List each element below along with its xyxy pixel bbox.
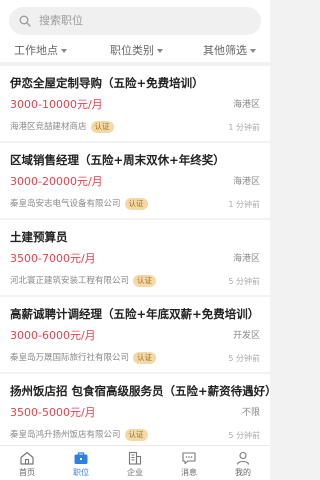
tab-messages-label: 消息 (181, 468, 197, 477)
company-row: 海港区竞喆建材商店 认证 (10, 121, 114, 133)
filter-bar: 工作地点 职位类别 其他筛选 (0, 43, 270, 60)
filter-location-label: 工作地点 (14, 44, 58, 57)
tab-profile[interactable]: 我的 (216, 450, 270, 478)
search-placeholder: 搜索职位 (39, 14, 83, 27)
job-title: 伊恋全屋定制导购（五险+免费培训） (10, 76, 204, 90)
caret-down-icon (157, 48, 163, 53)
verified-badge: 认证 (124, 198, 148, 210)
company-row: 河北寰正建筑安装工程有限公司 认证 (10, 275, 157, 287)
job-district: 海港区 (232, 254, 260, 264)
post-time: 1 分钟前 (228, 123, 260, 132)
tab-companies[interactable]: 企业 (108, 450, 162, 478)
company-row: 秦皇岛鸿升扬州饭店有限公司 认证 (10, 429, 148, 441)
bottom-tab-bar: 首页 职位 企业 消息 我的 (0, 445, 270, 480)
job-title: 扬州饭店招 包食宿高级服务员（五险+薪资待遇好） (10, 384, 277, 398)
company-name: 河北寰正建筑安装工程有限公司 (10, 276, 130, 286)
job-district: 海港区 (232, 100, 260, 110)
building-icon (128, 451, 142, 465)
job-card[interactable]: 伊恋全屋定制导购（五险+免费培训） 3000-10000元/月 海港区 海港区竞… (0, 66, 270, 141)
verified-badge: 认证 (90, 121, 114, 133)
job-card[interactable]: 土建预算员 3500-7000元/月 海港区 河北寰正建筑安装工程有限公司 认证… (0, 220, 270, 295)
company-row: 秦皇岛安志电气设备有限公司 认证 (10, 198, 148, 210)
job-district: 海港区 (232, 177, 260, 187)
caret-down-icon (250, 48, 256, 53)
verified-badge: 认证 (133, 275, 157, 287)
job-salary: 3000-6000元/月 (10, 329, 96, 342)
job-district: 开发区 (232, 331, 260, 341)
briefcase-icon (74, 452, 88, 464)
filter-category[interactable]: 职位类别 (110, 43, 163, 58)
job-card[interactable]: 扬州饭店招 包食宿高级服务员（五险+薪资待遇好） 3500-5000元/月 不限… (0, 374, 277, 449)
company-row: 秦皇岛万晟国际旅行社有限公司 认证 (10, 352, 157, 364)
post-time: 5 分钟前 (228, 354, 260, 363)
filter-other-label: 其他筛选 (203, 44, 247, 57)
company-name: 秦皇岛安志电气设备有限公司 (10, 199, 121, 209)
company-name: 秦皇岛万晟国际旅行社有限公司 (10, 353, 130, 363)
header: 搜索职位 工作地点 职位类别 其他筛选 (0, 0, 270, 62)
job-salary: 3000-10000元/月 (10, 98, 103, 111)
tab-companies-label: 企业 (127, 468, 143, 477)
tab-jobs-label: 职位 (73, 468, 89, 477)
filter-location[interactable]: 工作地点 (14, 43, 67, 58)
job-salary: 3000-20000元/月 (10, 175, 103, 188)
post-time: 5 分钟前 (228, 431, 260, 440)
verified-badge: 认证 (133, 352, 157, 364)
job-title: 区域销售经理（五险+周末双休+年终奖） (10, 153, 225, 167)
caret-down-icon (61, 48, 67, 53)
job-title: 高薪诚聘计调经理（五险+年底双薪+免费培训） (10, 307, 260, 321)
post-time: 1 分钟前 (228, 200, 260, 209)
company-name: 秦皇岛鸿升扬州饭店有限公司 (10, 430, 121, 440)
home-icon (20, 451, 34, 465)
filter-other[interactable]: 其他筛选 (203, 43, 256, 58)
tab-profile-label: 我的 (235, 468, 251, 477)
filter-category-label: 职位类别 (110, 44, 154, 57)
user-icon (236, 451, 250, 465)
search-icon (19, 15, 31, 27)
company-name: 海港区竞喆建材商店 (10, 122, 87, 132)
job-card[interactable]: 高薪诚聘计调经理（五险+年底双薪+免费培训） 3000-6000元/月 开发区 … (0, 297, 270, 372)
tab-jobs[interactable]: 职位 (54, 450, 108, 478)
job-salary: 3500-5000元/月 (10, 406, 96, 419)
search-bar[interactable]: 搜索职位 (9, 7, 261, 35)
job-salary: 3500-7000元/月 (10, 252, 96, 265)
job-card[interactable]: 区域销售经理（五险+周末双休+年终奖） 3000-20000元/月 海港区 秦皇… (0, 143, 270, 218)
job-district: 不限 (241, 408, 260, 418)
tab-home[interactable]: 首页 (0, 450, 54, 478)
tab-messages[interactable]: 消息 (162, 450, 216, 478)
verified-badge: 认证 (124, 429, 148, 441)
tab-home-label: 首页 (19, 468, 35, 477)
message-icon (182, 452, 196, 465)
post-time: 5 分钟前 (228, 277, 260, 286)
job-title: 土建预算员 (10, 230, 68, 244)
